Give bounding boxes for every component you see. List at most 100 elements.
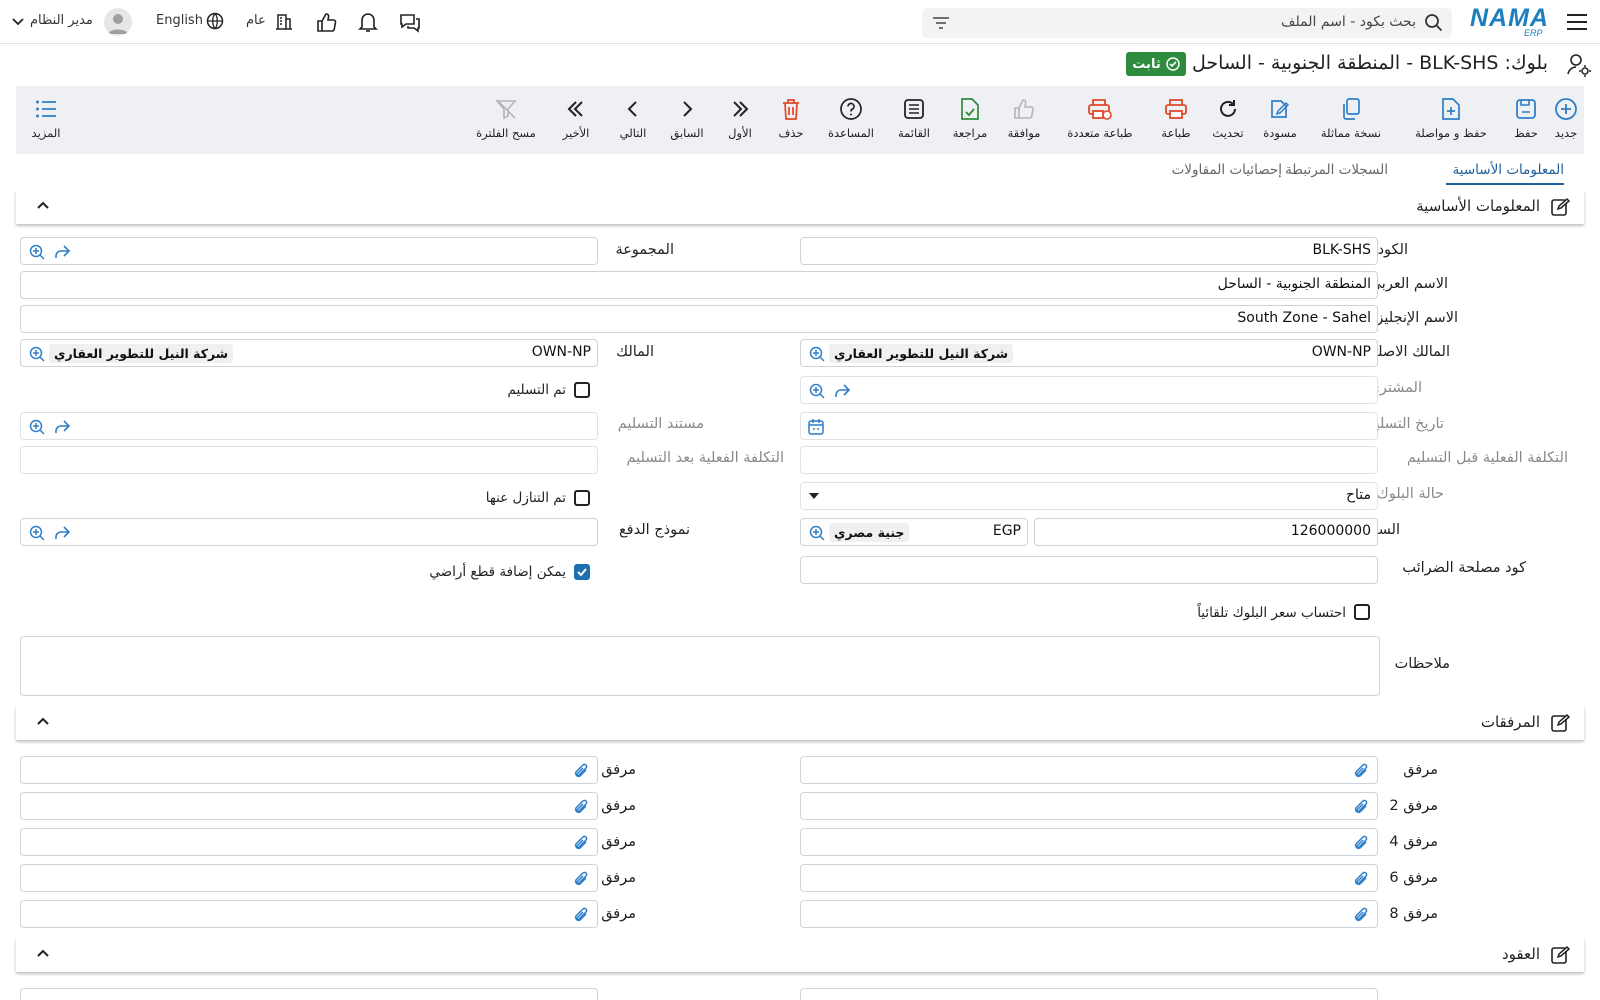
save-continue-button[interactable]: حفظ و مواصلة (1396, 86, 1506, 154)
share-icon[interactable] (53, 524, 71, 542)
print-button[interactable]: طباعة (1150, 86, 1202, 154)
last-button[interactable]: الأخير (550, 86, 602, 154)
attachment-1-field[interactable] (20, 756, 598, 784)
search-plus-icon[interactable] (807, 382, 825, 400)
chat-icon[interactable] (396, 8, 424, 36)
attachment-0-label: مرفق (1403, 762, 1438, 778)
tab-basic-info[interactable]: المعلومات الأساسية (1453, 162, 1564, 178)
arabic-name-field[interactable]: المنطقة الجنوبية - الساحل (20, 271, 1378, 299)
group-field[interactable] (20, 237, 598, 265)
code-field[interactable]: BLK-SHS (800, 237, 1378, 265)
duplicate-button[interactable]: نسخة مماثلة (1306, 86, 1396, 154)
chevron-up-icon[interactable] (36, 199, 50, 211)
attachment-5-field[interactable] (20, 828, 598, 856)
english-name-label: الاسم الإنجليزي (1365, 310, 1458, 326)
attachment-7-field[interactable] (20, 864, 598, 892)
section-attachments-header[interactable]: المرفقات (16, 706, 1584, 740)
thumbs-up-icon[interactable] (312, 8, 340, 36)
first-button[interactable]: الأول (716, 86, 764, 154)
search-placeholder: بحث بكود - اسم الملف (1281, 14, 1416, 30)
delivery-date-field[interactable] (800, 412, 1378, 440)
paperclip-icon[interactable] (1351, 870, 1371, 890)
multi-print-button[interactable]: طباعة متعددة (1050, 86, 1150, 154)
draft-button[interactable]: مسودة (1254, 86, 1306, 154)
payment-model-field[interactable] (20, 518, 598, 546)
branch-selector[interactable]: عام (246, 10, 296, 34)
delete-button[interactable]: حذف (766, 86, 816, 154)
attachment-2-field[interactable] (800, 792, 1378, 820)
attachment-3-field[interactable] (20, 792, 598, 820)
chevron-up-icon[interactable] (36, 947, 50, 959)
english-name-field[interactable]: South Zone - Sahel (20, 305, 1378, 333)
search-plus-icon[interactable] (807, 345, 825, 363)
search-plus-icon[interactable] (27, 243, 45, 261)
paperclip-icon[interactable] (571, 870, 591, 890)
currency-name-tag: جنية مصري (829, 523, 910, 542)
review-button[interactable]: مراجعة (942, 86, 998, 154)
attachment-4-field[interactable] (800, 828, 1378, 856)
search-plus-icon[interactable] (27, 524, 45, 542)
previous-button[interactable]: السابق (662, 86, 712, 154)
cost-after-delivery-field[interactable] (20, 446, 598, 474)
next-button[interactable]: التالي (608, 86, 658, 154)
attachment-0-field[interactable] (800, 756, 1378, 784)
user-menu[interactable]: مدير النظام (12, 8, 136, 36)
new-button[interactable]: جديد (1546, 86, 1586, 154)
delivery-document-field[interactable] (20, 412, 598, 440)
bell-icon[interactable] (354, 8, 382, 36)
brand-logo: NAMA ERP (1470, 4, 1549, 38)
section-title: العقود (1502, 945, 1540, 963)
share-icon[interactable] (53, 418, 71, 436)
attachment-8-field[interactable] (800, 900, 1378, 928)
search-plus-icon[interactable] (27, 345, 45, 363)
original-owner-field[interactable]: OWN-NP شركة النيل للتطوير العقاري (800, 339, 1378, 367)
paperclip-icon[interactable] (571, 798, 591, 818)
attachment-6-field[interactable] (800, 864, 1378, 892)
search-plus-icon[interactable] (807, 524, 825, 542)
notes-textarea[interactable] (20, 636, 1380, 696)
buyer-field[interactable] (800, 376, 1378, 404)
clear-filter-button[interactable]: مسح الفلترة (466, 86, 546, 154)
more-button[interactable]: المزيد (20, 86, 72, 154)
waived-checkbox[interactable] (574, 490, 590, 506)
paperclip-icon[interactable] (571, 906, 591, 926)
cost-before-delivery-field[interactable] (800, 446, 1378, 474)
section-basic-info-header[interactable]: المعلومات الأساسية (16, 190, 1584, 224)
delivered-checkbox[interactable] (574, 382, 590, 398)
search-plus-icon[interactable] (27, 418, 45, 436)
save-icon (1514, 96, 1538, 122)
price-field[interactable]: 126000000 (1034, 518, 1378, 546)
paperclip-icon[interactable] (571, 834, 591, 854)
save-button[interactable]: حفظ (1506, 86, 1546, 154)
paperclip-icon[interactable] (1351, 906, 1371, 926)
attachment-9-field[interactable] (20, 900, 598, 928)
chevron-up-icon[interactable] (36, 715, 50, 727)
filter-icon[interactable] (932, 15, 950, 31)
owner-field[interactable]: OWN-NP شركة النيل للتطوير العقاري (20, 339, 598, 367)
tab-contracting-stats[interactable]: إحصائيات المقاولات (1172, 162, 1282, 178)
list-button[interactable]: القائمة (886, 86, 942, 154)
can-add-plots-checkbox[interactable] (574, 564, 590, 580)
avatar (104, 8, 132, 36)
paperclip-icon[interactable] (1351, 762, 1371, 782)
paperclip-icon[interactable] (1351, 834, 1371, 854)
auto-price-checkbox[interactable] (1354, 604, 1370, 620)
currency-field[interactable]: EGP جنية مصري (800, 518, 1028, 546)
calendar-icon[interactable] (807, 418, 825, 436)
tax-code-field[interactable] (800, 556, 1378, 584)
paperclip-icon[interactable] (1351, 798, 1371, 818)
block-status-select[interactable]: متاح (800, 482, 1378, 510)
share-icon[interactable] (833, 382, 851, 400)
tab-related-records[interactable]: السجلات المرتبطة (1285, 162, 1388, 178)
menu-icon[interactable] (1563, 8, 1591, 36)
section-contracts-header[interactable]: العقود (16, 938, 1584, 972)
approve-button[interactable]: موافقة (998, 86, 1050, 154)
search-input[interactable]: بحث بكود - اسم الملف (922, 8, 1452, 38)
help-button[interactable]: المساعدة (816, 86, 886, 154)
language-switcher[interactable]: English (156, 10, 226, 34)
chevron-down-icon (12, 17, 24, 27)
file-check-icon (959, 96, 981, 122)
paperclip-icon[interactable] (571, 762, 591, 782)
share-icon[interactable] (53, 243, 71, 261)
refresh-button[interactable]: تحديث (1202, 86, 1254, 154)
